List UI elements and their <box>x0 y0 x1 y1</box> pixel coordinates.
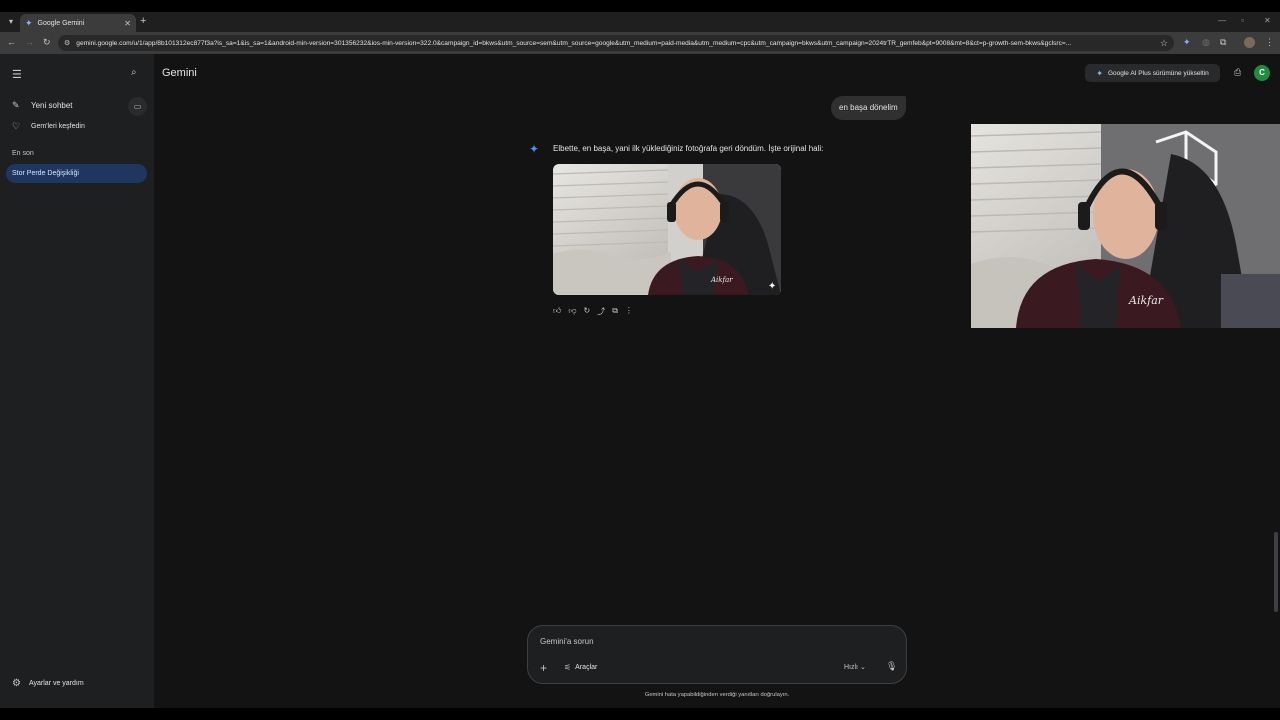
menu-icon[interactable]: ☰ <box>12 68 22 81</box>
temporary-chat-icon[interactable]: ▭ <box>128 97 147 116</box>
explore-gems-link[interactable]: ♡ Gem'leri keşfedin <box>12 121 85 132</box>
gemini-favicon-icon: ✦ <box>25 17 33 28</box>
tab-search-icon[interactable]: ▾ <box>4 15 18 29</box>
forward-icon[interactable]: → <box>25 37 34 47</box>
screen-bottom-border <box>0 708 1280 720</box>
gem-icon: ♡ <box>12 121 21 131</box>
regenerate-icon[interactable]: ↻ <box>584 306 591 317</box>
svg-text:Aikfar: Aikfar <box>710 276 733 284</box>
site-info-icon[interactable]: ⚙ <box>64 39 70 47</box>
tab-title: Google Gemini <box>37 19 85 27</box>
browser-toolbar: ← → ↻ ⚙ gemini.google.com/u/1/app/8b1013… <box>0 32 1280 54</box>
reload-icon[interactable]: ↻ <box>43 37 51 48</box>
scrollbar[interactable] <box>1274 532 1278 612</box>
recent-section-title: En son <box>12 150 34 157</box>
settings-gear-icon: ⚙ <box>12 678 21 689</box>
svg-text:Aikfar: Aikfar <box>1128 294 1164 307</box>
svg-text:✦: ✦ <box>768 281 776 292</box>
sidebar: ☰ ⌕ ✎ Yeni sohbet ▭ ♡ Gem'leri keşfedin … <box>0 54 154 708</box>
extensions-puzzle-icon[interactable]: ⧉ <box>1220 37 1226 48</box>
tools-button[interactable]: ⚟ Araçlar <box>564 663 597 672</box>
gemini-brand[interactable]: Gemini <box>162 67 197 79</box>
edit-icon: ✎ <box>12 100 20 110</box>
explore-gems-label: Gem'leri keşfedin <box>31 123 85 130</box>
settings-label: Ayarlar ve yardım <box>28 680 84 687</box>
chevron-down-icon: ⌄ <box>859 664 866 671</box>
account-avatar[interactable]: C <box>1254 65 1270 81</box>
response-actions: 👍︎ 👎︎ ↻ ⤴ ⧉ ⋮ <box>553 306 633 317</box>
user-message: en başa dönelim <box>831 96 906 120</box>
tab-strip: ▾ ✦ Google Gemini ✕ + — ▫ ✕ <box>0 12 1280 32</box>
maximize-icon[interactable]: ▫ <box>1241 16 1244 25</box>
url-text: gemini.google.com/u/1/app/8b101312ec877f… <box>76 39 1072 47</box>
thumbs-up-icon[interactable]: 👍︎ <box>553 306 561 317</box>
gemini-spark-icon: ✦ <box>529 142 540 156</box>
extension-icon[interactable]: ✦ <box>1183 37 1191 48</box>
new-chat-label: Yeni sohbet <box>31 101 73 110</box>
minimize-icon[interactable]: — <box>1218 16 1226 25</box>
prompt-composer[interactable]: Gemini'a sorun + ⚟ Araçlar Hızlı ⌄ 🎙︎ <box>527 625 907 684</box>
prompt-placeholder[interactable]: Gemini'a sorun <box>540 637 594 646</box>
tab-close-icon[interactable]: ✕ <box>124 19 131 28</box>
share-icon[interactable]: ⤴ <box>597 306 605 317</box>
response-image[interactable]: Aikfar ✦ <box>553 164 781 295</box>
mode-label: Hızlı <box>844 664 858 671</box>
browser-tab[interactable]: ✦ Google Gemini ✕ <box>20 14 136 32</box>
screen-top-border <box>0 0 1280 12</box>
add-attachment-icon[interactable]: + <box>540 661 547 675</box>
back-icon[interactable]: ← <box>7 37 16 47</box>
bookmark-star-icon[interactable]: ☆ <box>1160 38 1168 49</box>
profile-avatar[interactable] <box>1244 37 1255 48</box>
extension-2-icon[interactable]: ◍ <box>1202 37 1210 48</box>
upgrade-button[interactable]: ✦ Google AI Plus sürümüne yükseltin <box>1085 64 1220 82</box>
disclaimer-text: Gemini hata yapabildiğinden verdiği yanı… <box>644 692 790 698</box>
search-icon[interactable]: ⌕ <box>131 67 137 78</box>
recent-chat-item[interactable]: Stor Perde Değişikliği <box>6 164 147 183</box>
microphone-icon[interactable]: 🎙︎ <box>886 661 897 672</box>
browser-menu-icon[interactable]: ⋮ <box>1265 37 1274 48</box>
person-photo-illustration: Aikfar ✦ <box>553 164 781 295</box>
model-reply-text: Elbette, en başa, yani ilk yüklediğiniz … <box>553 144 824 153</box>
new-tab-icon[interactable]: + <box>140 15 146 27</box>
webcam-person-illustration: Aikfar <box>971 124 1280 328</box>
copy-icon[interactable]: ⧉ <box>612 306 618 317</box>
settings-link[interactable]: ⚙ Ayarlar ve yardım <box>12 678 84 689</box>
tools-label: Araçlar <box>575 664 598 671</box>
address-bar[interactable]: ⚙ gemini.google.com/u/1/app/8b101312ec87… <box>58 35 1174 51</box>
tools-sliders-icon: ⚟ <box>564 663 572 672</box>
sparkle-icon: ✦ <box>1096 68 1103 78</box>
upgrade-label: Google AI Plus sürümüne yükseltin <box>1107 69 1209 77</box>
new-chat-link[interactable]: ✎ Yeni sohbet <box>12 100 73 111</box>
window-close-icon[interactable]: ✕ <box>1264 16 1271 25</box>
gift-icon[interactable]: ⎙ <box>1234 67 1241 78</box>
more-options-icon[interactable]: ⋮ <box>625 306 633 317</box>
webcam-overlay: Aikfar <box>971 124 1280 328</box>
thumbs-down-icon[interactable]: 👎︎ <box>568 306 576 317</box>
model-mode-selector[interactable]: Hızlı ⌄ <box>844 663 866 671</box>
